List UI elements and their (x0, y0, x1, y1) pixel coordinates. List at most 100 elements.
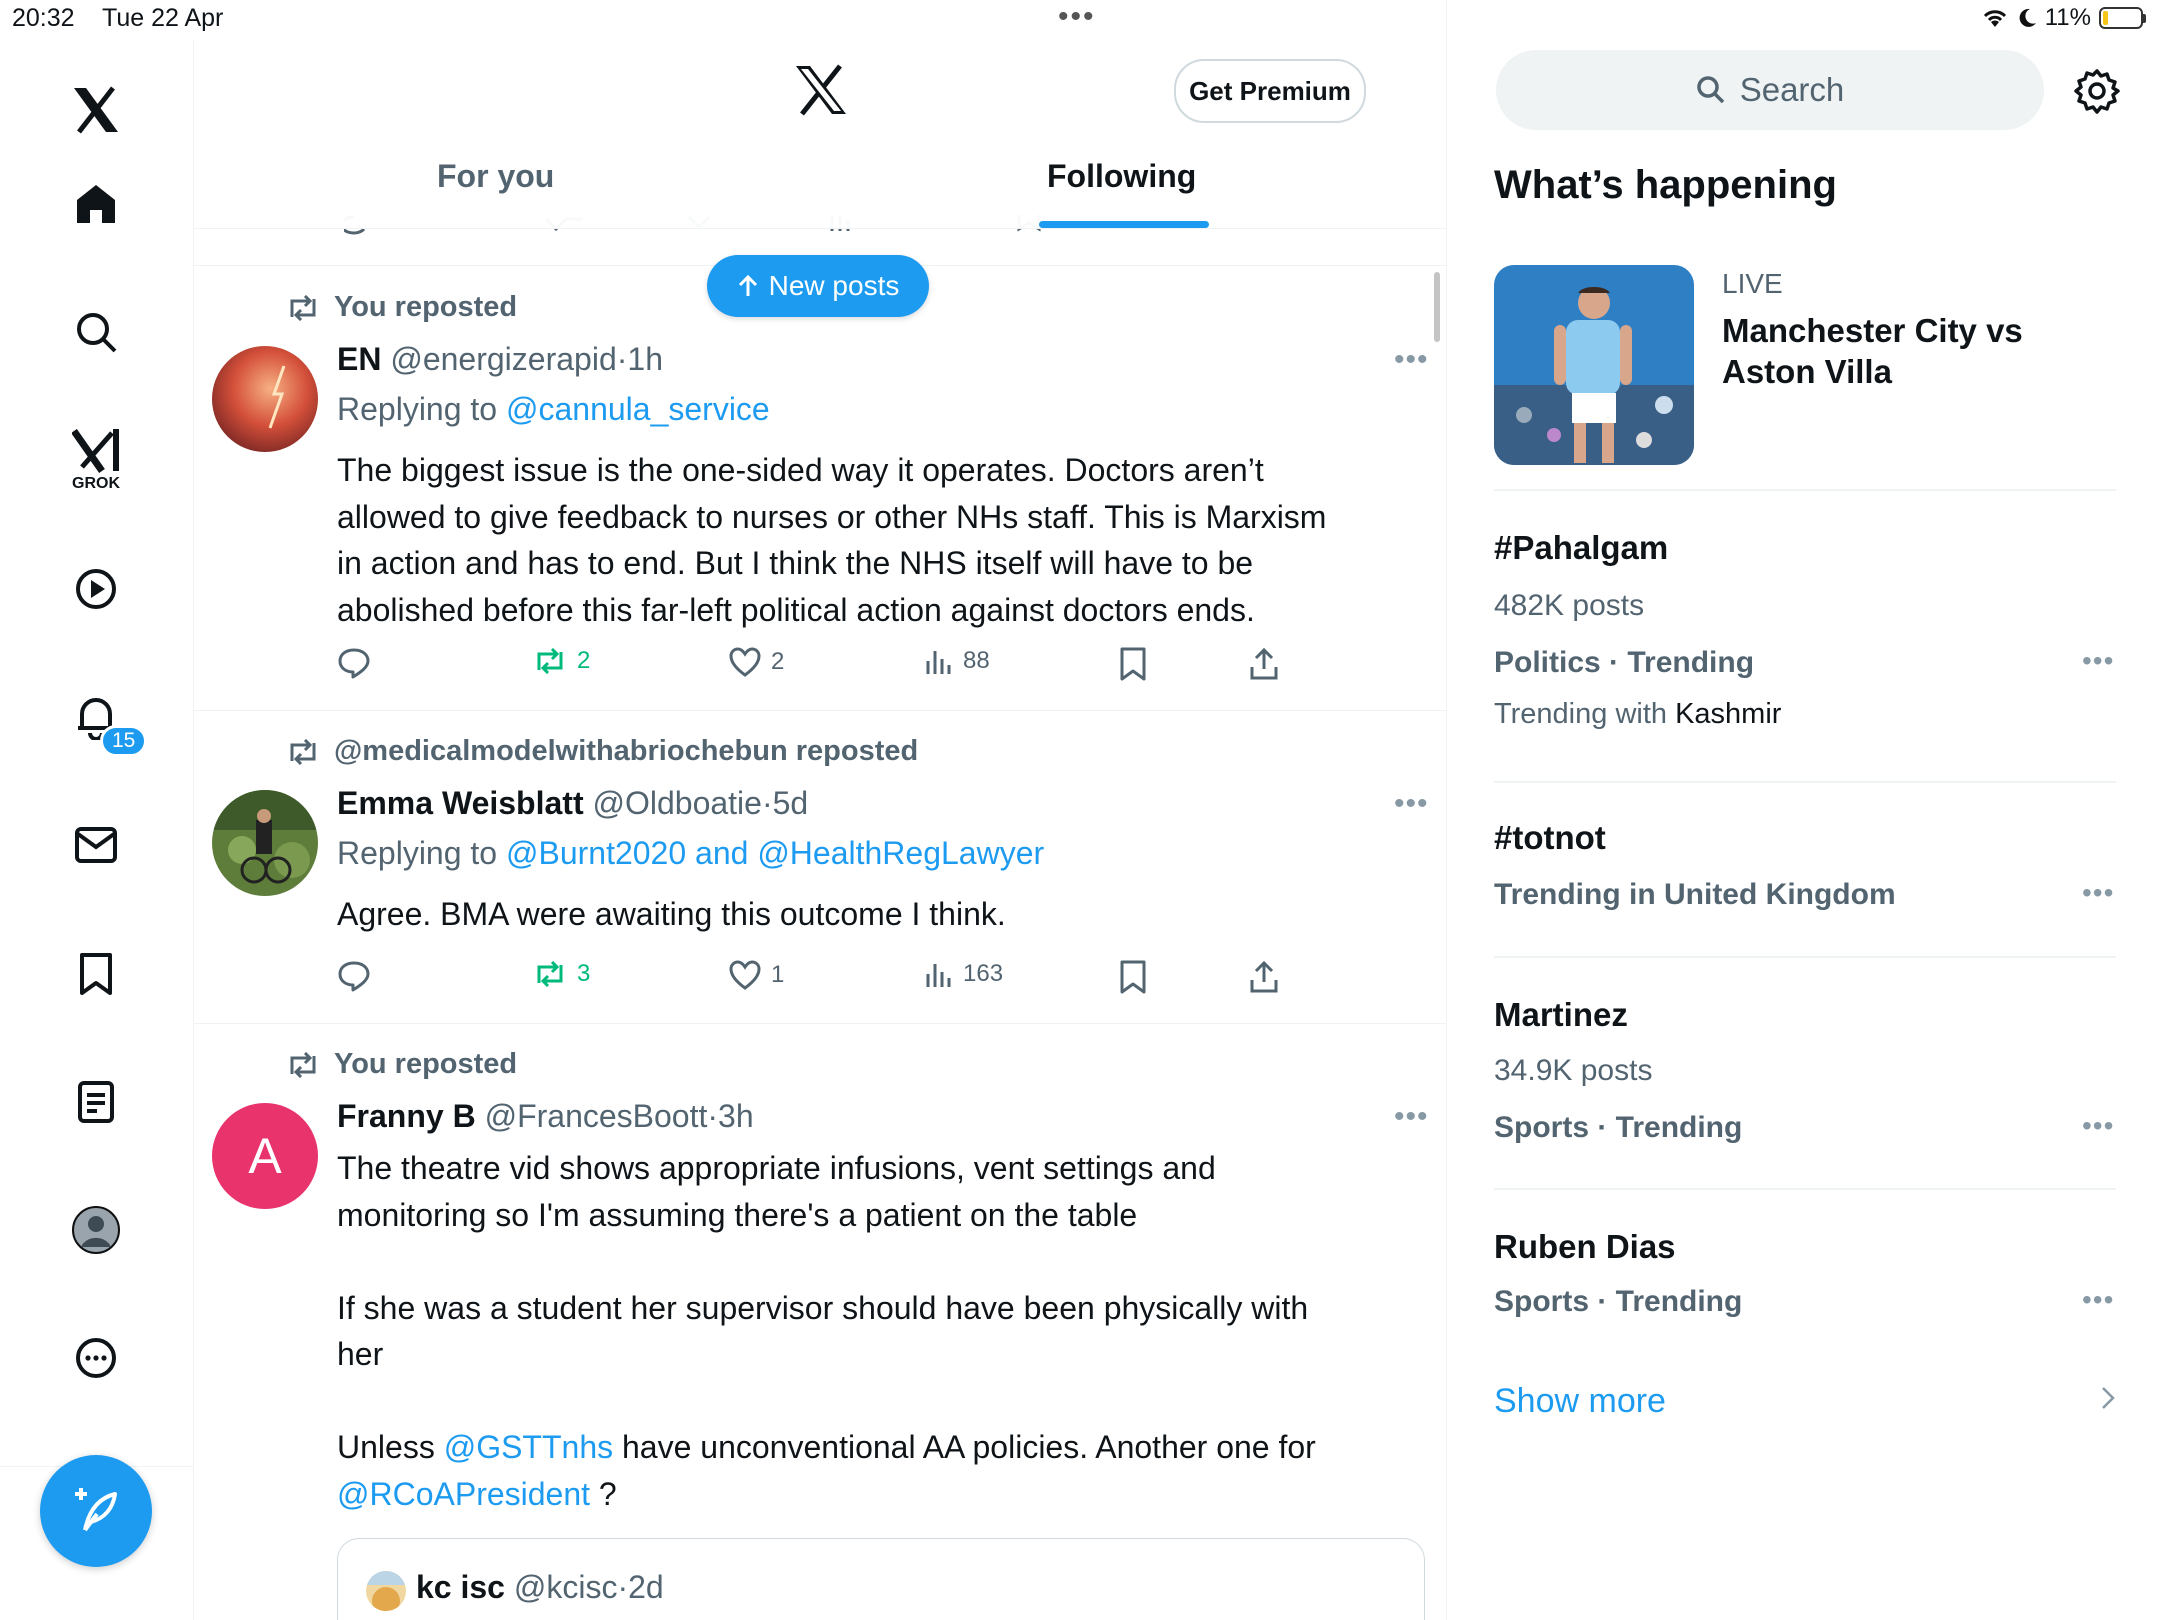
more-options-icon[interactable]: ••• (2082, 1284, 2114, 1316)
more-options-icon[interactable]: ••• (1394, 343, 1429, 377)
post-text: Agree. BMA were awaiting this outcome I … (337, 896, 1006, 932)
arrow-up-icon (737, 274, 759, 298)
more-options-icon[interactable]: ••• (1394, 1100, 1429, 1134)
grok-icon[interactable]: GROK (56, 420, 136, 500)
post[interactable]: You reposted EN @energizerapid·1h ••• Re… (194, 265, 1446, 711)
home-icon[interactable] (56, 164, 136, 244)
post-text-line: her (337, 1336, 384, 1372)
author-name[interactable]: Franny B (337, 1098, 476, 1134)
avatar[interactable] (212, 346, 318, 452)
share-button[interactable] (1249, 960, 1279, 994)
messages-icon[interactable] (56, 805, 136, 885)
post[interactable]: You reposted A Franny B @FrancesBoott·3h… (194, 1023, 1446, 1620)
reply-button[interactable] (337, 960, 371, 992)
author-handle[interactable]: @energizerapid (390, 341, 616, 377)
profile-icon[interactable] (56, 1190, 136, 1270)
trend-category: Trending in United Kingdom (1494, 878, 1896, 911)
live-event-title[interactable]: Manchester City vs Aston Villa (1722, 310, 2023, 392)
separator-dot: · (617, 1569, 629, 1605)
main-timeline: Get Premium For you Following New posts … (194, 0, 1447, 1620)
quoted-post[interactable]: kc isc @kcisc·2d (337, 1538, 1425, 1620)
avatar[interactable]: A (212, 1103, 318, 1209)
post-text: The biggest issue is the one-sided way i… (337, 447, 1427, 633)
replying-to: Replying to @Burnt2020 and @HealthRegLaw… (337, 835, 1044, 872)
search-icon[interactable] (56, 292, 136, 372)
get-premium-button[interactable]: Get Premium (1174, 59, 1366, 123)
post-text-line: Unless @GSTTnhs have unconventional AA p… (337, 1424, 1427, 1471)
trend-title: Martinez (1494, 996, 1628, 1033)
replying-prefix: Replying to (337, 835, 498, 871)
more-options-icon[interactable]: ••• (1394, 787, 1429, 821)
live-title-line: Aston Villa (1722, 353, 1892, 390)
reply-icon (338, 961, 370, 992)
bookmarks-icon[interactable] (56, 934, 136, 1014)
share-button[interactable] (1249, 647, 1279, 681)
bookmark-button[interactable] (1119, 647, 1147, 681)
like-button[interactable]: 2 (729, 647, 784, 677)
post-time[interactable]: 1h (627, 341, 663, 377)
heart-icon (729, 647, 761, 677)
author-handle[interactable]: @FrancesBoott (485, 1098, 708, 1134)
reply-button[interactable] (337, 647, 371, 679)
author-name[interactable]: EN (337, 341, 381, 377)
video-icon[interactable] (56, 549, 136, 629)
active-tab-indicator (1039, 221, 1209, 228)
chevron-right-icon (2100, 1385, 2116, 1411)
more-icon[interactable] (56, 1318, 136, 1398)
trend-post-count: 34.9K posts (1494, 1054, 1653, 1087)
show-more-link[interactable]: Show more (1494, 1382, 1666, 1421)
trend-item[interactable]: Martinez 34.9K posts Sports · Trending •… (1494, 956, 2116, 1190)
trend-item[interactable]: #Pahalgam 482K posts Politics · Trending… (1494, 491, 2116, 783)
more-options-icon[interactable]: ••• (2082, 1110, 2114, 1142)
post-time[interactable]: 3h (718, 1098, 754, 1134)
post-time[interactable]: 5d (773, 785, 809, 821)
lists-icon[interactable] (56, 1062, 136, 1142)
x-logo-icon[interactable] (794, 64, 848, 116)
settings-gear-icon[interactable] (2074, 68, 2120, 114)
compose-post-button[interactable] (40, 1455, 152, 1567)
author-name[interactable]: Emma Weisblatt (337, 785, 584, 821)
repost-indicator: You reposted (286, 291, 517, 324)
trend-item[interactable]: Ruben Dias Sports · Trending ••• (1494, 1188, 2116, 1358)
views-button[interactable]: 88 (925, 647, 990, 675)
mention-link[interactable]: @RCoAPresident (337, 1476, 590, 1512)
separator-dot: · (761, 785, 773, 821)
new-posts-label: New posts (768, 270, 900, 301)
trending-with-value[interactable]: Kashmir (1675, 698, 1781, 730)
replying-to-link[interactable]: @cannula_service (506, 391, 770, 427)
quoted-post-time: 2d (628, 1569, 664, 1605)
avatar[interactable] (212, 790, 318, 896)
repost-button[interactable]: 3 (533, 960, 590, 988)
replying-prefix: Replying to (337, 391, 498, 427)
new-posts-button[interactable]: New posts (707, 255, 929, 317)
quoted-author-handle: @kcisc (513, 1569, 618, 1605)
repost-icon (537, 648, 563, 674)
trend-category: Sports · Trending (1494, 1111, 1743, 1144)
repost-icon (537, 961, 563, 987)
trend-category: Sports · Trending (1494, 1285, 1743, 1318)
views-icon (926, 964, 951, 987)
mention-link[interactable]: @GSTTnhs (444, 1429, 613, 1465)
post[interactable]: @medicalmodelwithabriochebun reposted Em… (194, 710, 1446, 1024)
x-logo-icon[interactable] (56, 70, 136, 150)
view-count: 163 (963, 960, 1004, 987)
trend-title: #Pahalgam (1494, 529, 1669, 566)
like-button[interactable]: 1 (729, 960, 784, 990)
timeline-header: Get Premium For you Following (194, 40, 1446, 229)
views-button[interactable]: 163 (925, 960, 1003, 988)
repost-count: 2 (577, 647, 591, 674)
heart-icon (729, 960, 761, 990)
live-event-image[interactable] (1494, 265, 1694, 465)
more-options-icon[interactable]: ••• (2082, 877, 2114, 909)
trend-item[interactable]: #totnot Trending in United Kingdom ••• (1494, 781, 2116, 958)
avatar-letter: A (248, 1128, 282, 1184)
bookmark-button[interactable] (1119, 960, 1147, 994)
replying-to-link[interactable]: @Burnt2020 and @HealthRegLawyer (506, 835, 1044, 871)
repost-button[interactable]: 2 (533, 647, 590, 675)
more-options-icon[interactable]: ••• (2082, 645, 2114, 677)
author-handle[interactable]: @Oldboatie (592, 785, 761, 821)
post-header: EN @energizerapid·1h (337, 341, 663, 378)
tab-for-you[interactable]: For you (437, 158, 554, 195)
tab-following[interactable]: Following (1047, 158, 1196, 195)
search-input[interactable]: Search (1496, 50, 2044, 130)
